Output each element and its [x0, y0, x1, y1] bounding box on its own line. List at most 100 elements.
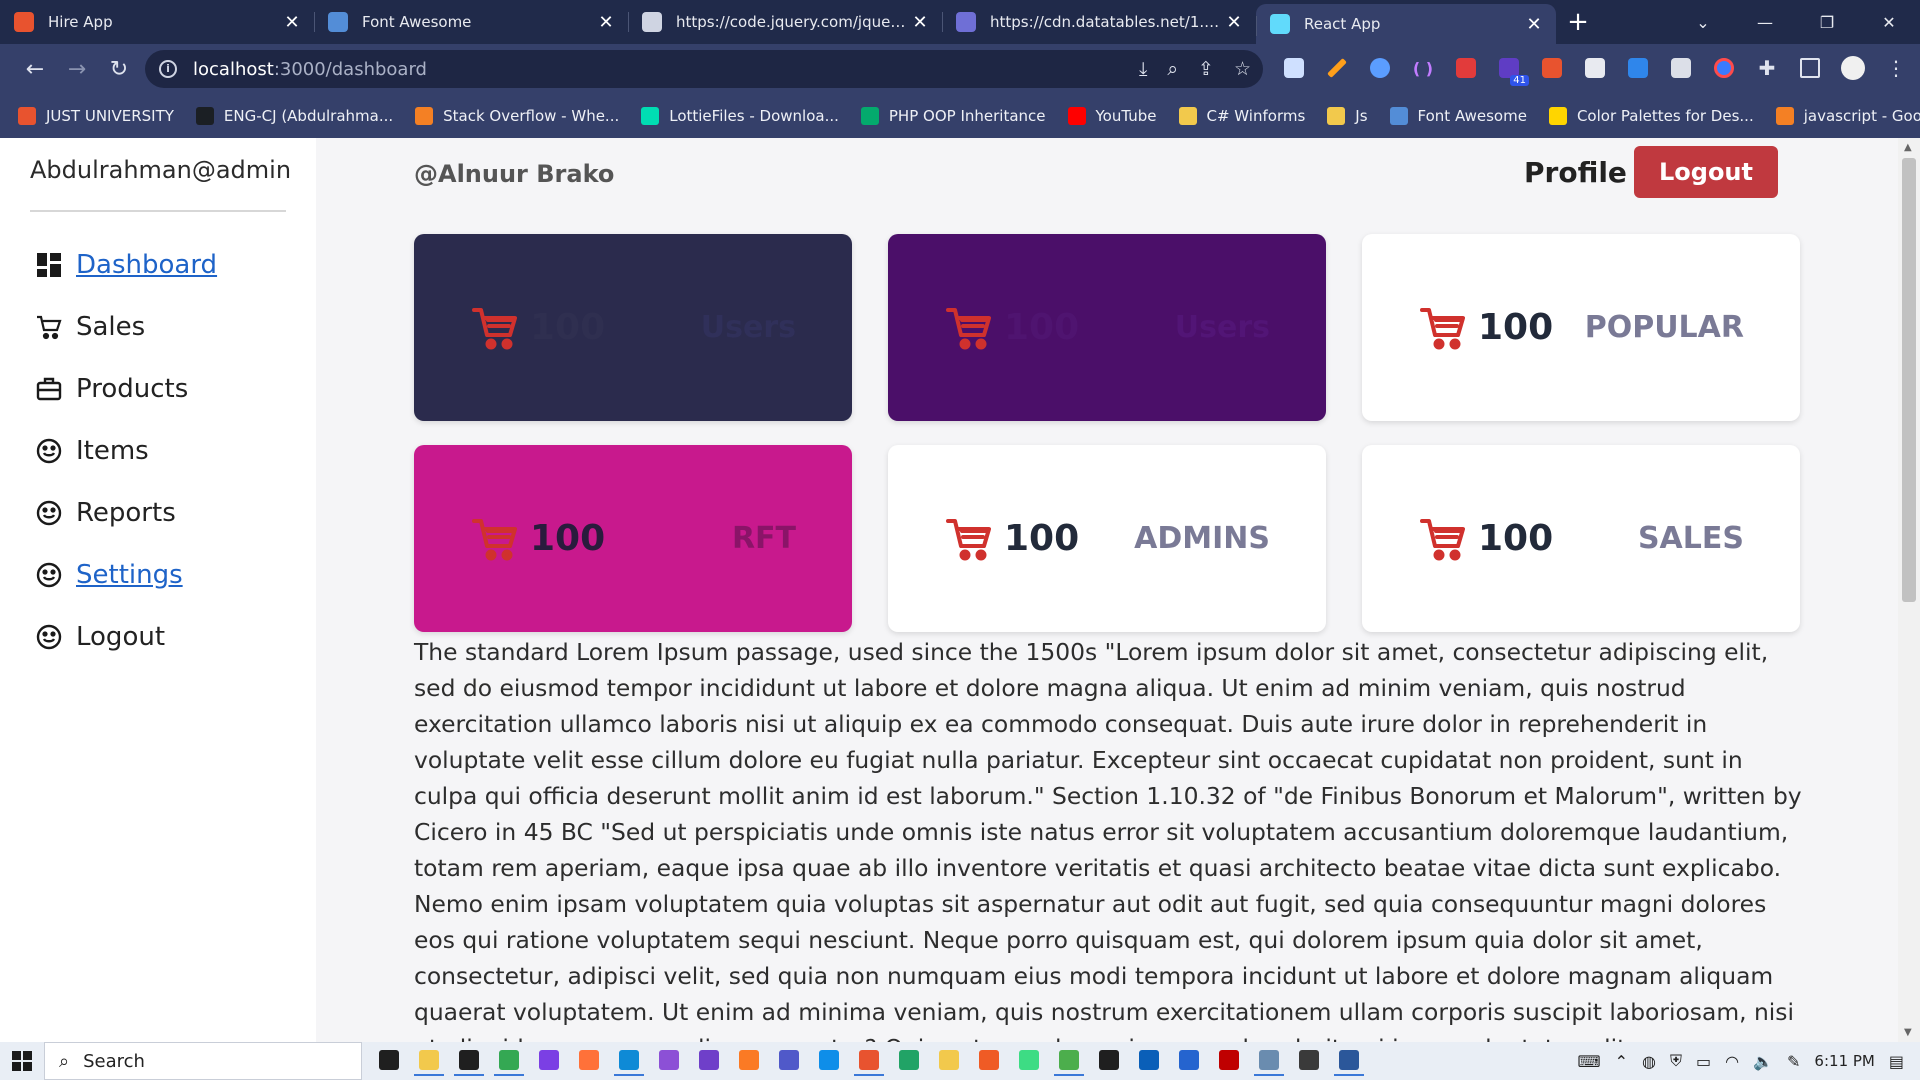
sidebar-item-items[interactable]: Items: [36, 420, 217, 482]
install-app-icon[interactable]: ⤓: [1139, 58, 1147, 80]
zoom-icon[interactable]: ⌕: [1167, 58, 1178, 80]
start-button[interactable]: [0, 1042, 44, 1080]
task-view-icon[interactable]: [374, 1046, 404, 1076]
browser-tab[interactable]: https://cdn.datatables.net/1.13.4/js✕: [942, 0, 1256, 44]
sidebar-item-label[interactable]: Items: [76, 436, 149, 466]
bookmark-item[interactable]: Color Palettes for Des...: [1548, 107, 1754, 125]
extension-docs-icon[interactable]: [1278, 52, 1310, 84]
bookmark-item[interactable]: JUST UNIVERSITY: [18, 107, 174, 125]
bookmark-star-icon[interactable]: ☆: [1234, 58, 1251, 80]
teamviewer-icon[interactable]: [814, 1046, 844, 1076]
extension-pen-icon[interactable]: [1321, 52, 1353, 84]
paint-icon[interactable]: [934, 1046, 964, 1076]
reload-button[interactable]: ↻: [98, 49, 140, 89]
sidebar-item-label[interactable]: Sales: [76, 312, 145, 342]
show-hidden-icons-chevron-icon[interactable]: ⌃: [1615, 1052, 1628, 1071]
address-bar[interactable]: i localhost:3000/dashboard ⤓ ⌕ ⇪ ☆: [145, 50, 1263, 88]
new-tab-button[interactable]: +: [1556, 0, 1600, 44]
sidebar-item-logout[interactable]: Logout: [36, 606, 217, 668]
bookmark-item[interactable]: Js: [1327, 107, 1368, 125]
phpstorm-icon[interactable]: [534, 1046, 564, 1076]
vscode-icon[interactable]: [614, 1046, 644, 1076]
extension-badge-icon[interactable]: 41: [1493, 52, 1529, 86]
bookmark-item[interactable]: YouTube: [1067, 107, 1157, 125]
page-scrollbar[interactable]: ▲ ▼: [1898, 138, 1920, 1042]
remote-desktop-icon[interactable]: [1134, 1046, 1164, 1076]
todo-icon[interactable]: [1174, 1046, 1204, 1076]
visual-studio-2-icon[interactable]: [694, 1046, 724, 1076]
sidebar-item-label[interactable]: Dashboard: [76, 250, 217, 280]
site-info-icon[interactable]: i: [159, 60, 177, 78]
close-window-button[interactable]: ✕: [1858, 13, 1920, 32]
bookmark-item[interactable]: ENG-CJ (Abdulrahma...: [195, 107, 393, 125]
settings-icon[interactable]: [1294, 1046, 1324, 1076]
share-icon[interactable]: ⇪: [1198, 58, 1214, 80]
security-shield-icon[interactable]: ⛨: [1670, 1051, 1682, 1071]
android-icon[interactable]: [1014, 1046, 1044, 1076]
minimize-button[interactable]: —: [1734, 13, 1796, 32]
tab-close-icon[interactable]: ✕: [1524, 14, 1544, 35]
back-button[interactable]: ←: [14, 49, 56, 89]
profile-avatar[interactable]: [1837, 52, 1869, 84]
browser-tab[interactable]: Hire App ✕: [0, 0, 314, 44]
scroll-down-arrow[interactable]: ▼: [1904, 1027, 1912, 1038]
pen-icon[interactable]: ✎: [1787, 1052, 1800, 1071]
browser-tab[interactable]: React App ✕: [1256, 4, 1556, 44]
sidebar-item-label[interactable]: Settings: [76, 560, 183, 590]
sidebar-item-dashboard[interactable]: Dashboard: [36, 234, 217, 296]
sidebar-item-label[interactable]: Products: [76, 374, 188, 404]
scroll-up-arrow[interactable]: ▲: [1904, 142, 1912, 153]
side-panel-icon[interactable]: [1794, 52, 1826, 84]
firefox-icon[interactable]: [574, 1046, 604, 1076]
extension-color-icon[interactable]: [1708, 52, 1740, 84]
tab-search-icon[interactable]: ⌄: [1672, 13, 1734, 32]
extensions-puzzle-icon[interactable]: ✚: [1751, 52, 1783, 84]
extension-brackets-icon[interactable]: ( ): [1407, 52, 1439, 84]
extension-rocket-icon[interactable]: [1364, 52, 1396, 84]
wifi-icon[interactable]: ◠: [1725, 1052, 1739, 1071]
sidebar-item-reports[interactable]: Reports: [36, 482, 217, 544]
teams-icon[interactable]: [774, 1046, 804, 1076]
taskbar-search-box[interactable]: ⌕ Search: [44, 1042, 362, 1080]
tab-close-icon[interactable]: ✕: [910, 12, 930, 33]
notion-icon[interactable]: [1094, 1046, 1124, 1076]
sidebar-item-products[interactable]: Products: [36, 358, 217, 420]
tab-close-icon[interactable]: ✕: [282, 12, 302, 33]
bookmark-item[interactable]: Font Awesome: [1389, 107, 1527, 125]
bookmark-item[interactable]: LottieFiles - Downloa...: [641, 107, 839, 125]
browser-menu-icon[interactable]: ⋮: [1880, 52, 1912, 84]
sidebar-item-label[interactable]: Reports: [76, 498, 176, 528]
camtasia-icon[interactable]: [1054, 1046, 1084, 1076]
scrollbar-thumb[interactable]: [1902, 158, 1916, 602]
sidebar-item-label[interactable]: Logout: [76, 622, 165, 652]
extension-fonts-icon[interactable]: [1622, 52, 1654, 84]
filezilla-icon[interactable]: [1214, 1046, 1244, 1076]
bookmark-item[interactable]: javascript - Google ch...: [1775, 107, 1920, 125]
tab-close-icon[interactable]: ✕: [1224, 12, 1244, 33]
meet-now-icon[interactable]: ◍: [1642, 1052, 1656, 1071]
browser-tab[interactable]: https://code.jquery.com/jquery-3.5 ✕: [628, 0, 942, 44]
keyboard-icon[interactable]: ⌨: [1578, 1052, 1601, 1071]
visual-studio-icon[interactable]: [654, 1046, 684, 1076]
sidebar-item-settings[interactable]: Settings: [36, 544, 217, 606]
bookmark-item[interactable]: C# Winforms: [1178, 107, 1305, 125]
terminal-icon[interactable]: [454, 1046, 484, 1076]
file-explorer-icon[interactable]: [414, 1046, 444, 1076]
chrome-icon[interactable]: [494, 1046, 524, 1076]
tab-close-icon[interactable]: ✕: [596, 12, 616, 33]
extension-grid-icon[interactable]: [1536, 52, 1568, 84]
profile-link[interactable]: Profile: [1524, 156, 1627, 189]
logout-button[interactable]: Logout: [1634, 146, 1778, 198]
dbeaver-icon[interactable]: [1254, 1046, 1284, 1076]
extension-stamp-icon[interactable]: [1665, 52, 1697, 84]
volume-icon[interactable]: 🔈: [1753, 1052, 1773, 1071]
codeigniter-icon[interactable]: [854, 1046, 884, 1076]
browser-tab[interactable]: Font Awesome ✕: [314, 0, 628, 44]
battery-icon[interactable]: ▭: [1696, 1052, 1711, 1071]
xampp-icon[interactable]: [734, 1046, 764, 1076]
extension-doc-icon[interactable]: [1579, 52, 1611, 84]
forward-button[interactable]: →: [56, 49, 98, 89]
clock-time[interactable]: 6:11 PM: [1814, 1052, 1874, 1070]
sidebar-item-sales[interactable]: Sales: [36, 296, 217, 358]
restore-button[interactable]: ❐: [1796, 13, 1858, 32]
